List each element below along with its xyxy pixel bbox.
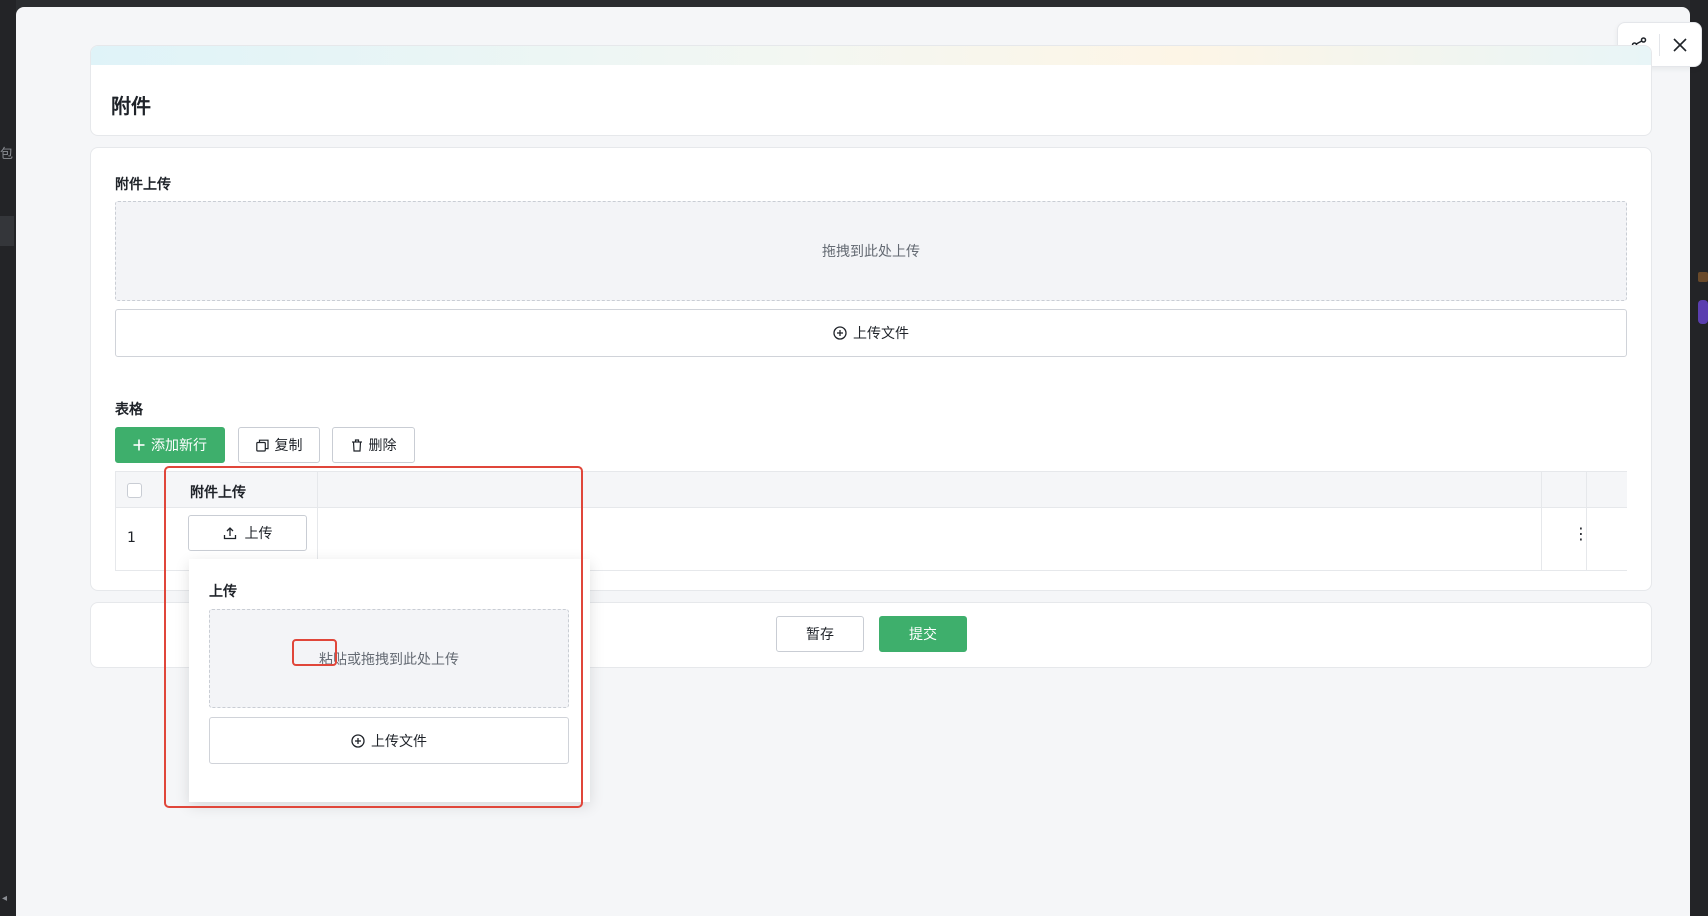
save-draft-button[interactable]: 暂存 — [776, 616, 864, 652]
plus-icon — [133, 439, 145, 451]
upload-file-button[interactable]: 上传文件 — [115, 309, 1627, 357]
trash-icon — [351, 438, 362, 452]
close-button[interactable] — [1660, 23, 1701, 66]
select-all-checkbox[interactable] — [127, 483, 142, 498]
backdrop-text: 包 — [0, 147, 14, 162]
backdrop-left: 包 ◂ — [0, 0, 16, 916]
dropzone-text: 拖拽到此处上传 — [822, 244, 920, 260]
copy-label: 复制 — [274, 438, 303, 454]
column-header-attachment: 附件上传 — [190, 485, 246, 501]
data-table: 附件上传 1 上传 ⋮ — [115, 471, 1627, 571]
paste-hint-text: 粘贴 — [319, 651, 347, 668]
close-icon — [1673, 37, 1688, 52]
save-draft-label: 暂存 — [806, 627, 834, 643]
page-title: 附件 — [111, 94, 151, 118]
row-more-icon[interactable]: ⋮ — [1567, 519, 1595, 547]
upload-icon — [223, 527, 236, 540]
attachment-section-label: 附件上传 — [115, 177, 171, 193]
copy-icon — [255, 439, 269, 452]
backdrop-right — [1690, 0, 1708, 916]
backdrop-chip — [1698, 272, 1708, 282]
column-divider — [1586, 471, 1587, 508]
dropzone-text: 或拖拽到此处上传 — [347, 651, 459, 668]
upload-popover: 上传 粘贴 或拖拽到此处上传 上传文件 — [189, 559, 590, 802]
row-upload-label: 上传 — [244, 526, 273, 542]
delete-button[interactable]: 删除 — [332, 427, 415, 463]
table-section-label: 表格 — [115, 402, 143, 418]
add-row-label: 添加新行 — [151, 438, 207, 454]
attachment-dropzone[interactable]: 拖拽到此处上传 — [115, 201, 1627, 301]
backdrop-chip — [1698, 300, 1708, 324]
form-drawer: 附件 附件上传 拖拽到此处上传 上传文件 表格 添加新行 复制 删除 附件上传 … — [16, 7, 1702, 916]
submit-button[interactable]: 提交 — [879, 616, 967, 652]
popover-upload-file-label: 上传文件 — [371, 733, 427, 750]
popover-upload-file-button[interactable]: 上传文件 — [209, 717, 569, 764]
plus-circle-icon — [351, 733, 365, 748]
table-left-border — [115, 471, 116, 571]
backdrop-nav-item — [0, 216, 14, 246]
delete-label: 删除 — [368, 438, 397, 454]
title-card: 附件 — [90, 45, 1652, 136]
plus-circle-icon — [833, 326, 847, 340]
upload-file-label: 上传文件 — [853, 326, 909, 342]
row-index: 1 — [127, 530, 136, 546]
column-divider — [317, 471, 318, 571]
title-gradient-banner — [91, 46, 1651, 65]
row-upload-button[interactable]: 上传 — [188, 515, 307, 551]
copy-button[interactable]: 复制 — [238, 427, 320, 463]
popover-dropzone[interactable]: 粘贴 或拖拽到此处上传 — [209, 609, 569, 708]
form-card: 附件上传 拖拽到此处上传 上传文件 表格 添加新行 复制 删除 附件上传 1 上… — [90, 147, 1652, 591]
chevron-left-icon: ◂ — [2, 893, 8, 904]
add-row-button[interactable]: 添加新行 — [115, 427, 225, 463]
column-divider — [1541, 471, 1542, 571]
table-header: 附件上传 — [115, 471, 1627, 508]
submit-label: 提交 — [909, 627, 937, 643]
popover-title: 上传 — [209, 584, 237, 600]
